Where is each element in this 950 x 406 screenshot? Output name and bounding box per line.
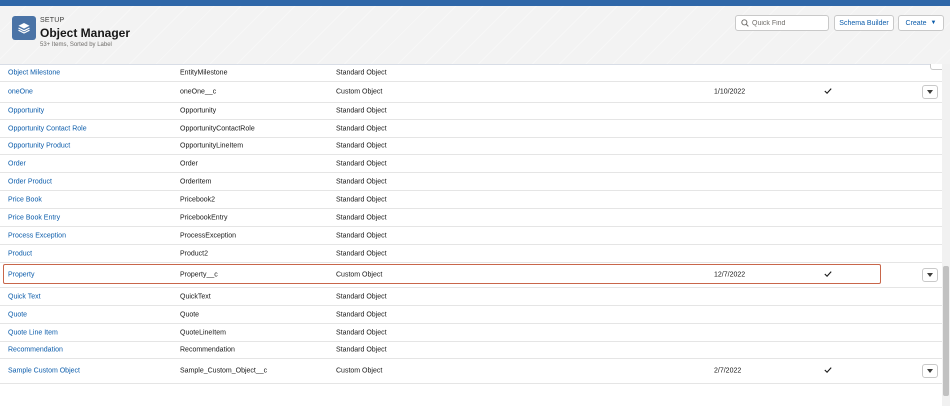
object-api-name: PricebookEntry xyxy=(180,214,228,221)
checkmark-icon xyxy=(824,88,832,97)
chevron-down-icon xyxy=(927,369,933,373)
chevron-down-icon xyxy=(927,90,933,94)
object-label-link[interactable]: Price Book Entry xyxy=(8,214,60,221)
object-label-link[interactable]: Recommendation xyxy=(8,347,63,354)
quick-find-box[interactable] xyxy=(735,15,829,31)
table-row: Quick Text QuickText Standard Object xyxy=(0,288,942,306)
create-label: Create xyxy=(905,19,927,27)
table-row: oneOne oneOne__c Custom Object 1/10/2022 xyxy=(0,82,942,103)
object-label-link[interactable]: Process Exception xyxy=(8,232,66,239)
object-type: Standard Object xyxy=(336,125,387,132)
object-type: Standard Object xyxy=(336,293,387,300)
row-actions-button[interactable] xyxy=(922,364,938,378)
object-api-name: QuickText xyxy=(180,293,211,300)
object-label-link[interactable]: Quote xyxy=(8,311,27,318)
object-label-link[interactable]: Quote Line Item xyxy=(8,329,58,336)
object-api-name: OrderItem xyxy=(180,178,212,185)
last-modified-date: 12/7/2022 xyxy=(714,271,746,279)
object-type: Standard Object xyxy=(336,142,387,150)
object-type: Custom Object xyxy=(336,88,383,96)
table-row: Price Book Entry PricebookEntry Standard O… xyxy=(0,209,942,227)
object-label-link[interactable]: Product xyxy=(8,250,32,257)
row-actions-button[interactable] xyxy=(922,85,938,99)
object-label-link[interactable]: Sample Custom Object xyxy=(8,368,80,375)
object-api-name: Order xyxy=(180,160,198,167)
create-button[interactable]: Create ▼ xyxy=(898,15,944,31)
object-api-name: ProcessException xyxy=(180,232,237,239)
chevron-down-icon: ▼ xyxy=(930,20,937,26)
object-label-link[interactable]: Property xyxy=(8,272,34,279)
quick-find-input[interactable] xyxy=(752,19,824,27)
object-label-link[interactable]: Order xyxy=(8,160,26,167)
setup-label: SETUP xyxy=(40,17,65,24)
object-api-name: Recommendation xyxy=(180,346,235,354)
object-label-link[interactable]: Order Product xyxy=(8,178,52,185)
table-row: Product Product2 Standard Object xyxy=(0,245,942,263)
object-type: Custom Object xyxy=(336,367,383,375)
object-type: Standard Object xyxy=(336,250,387,257)
search-icon xyxy=(741,19,749,27)
scrollbar-thumb[interactable] xyxy=(943,266,949,396)
objects-table: Object Milestone EntityMilestone Standard … xyxy=(0,64,942,406)
object-type: Standard Object xyxy=(336,160,387,167)
object-type: Custom Object xyxy=(336,271,383,279)
object-api-name: oneOne__c xyxy=(180,88,217,96)
schema-builder-button[interactable]: Schema Builder xyxy=(834,15,894,31)
items-count-subtitle: 53+ Items, Sorted by Label xyxy=(40,42,112,48)
object-label-link[interactable]: Quick Text xyxy=(8,293,41,300)
object-type: Standard Object xyxy=(336,69,387,76)
object-api-name: Sample_Custom_Object__c xyxy=(180,367,268,375)
last-modified-date: 1/10/2022 xyxy=(714,88,746,96)
last-modified-date: 2/7/2022 xyxy=(714,367,742,375)
table-row: Quote Quote Standard Object xyxy=(0,306,942,324)
table-row: Opportunity Contact Role OpportunityConta… xyxy=(0,120,942,138)
row-actions-button[interactable] xyxy=(922,268,938,282)
schema-builder-label: Schema Builder xyxy=(839,19,889,27)
object-label-link[interactable]: Price Book xyxy=(8,196,42,203)
table-row: Process Exception ProcessException Standar… xyxy=(0,227,942,245)
table-row: Opportunity Opportunity Standard Object xyxy=(0,103,942,120)
object-label-link[interactable]: Opportunity Contact Role xyxy=(8,125,87,132)
object-type: Standard Object xyxy=(336,346,387,354)
checkmark-icon xyxy=(824,367,832,376)
table-row: Recommendation Recommendation Standard Obj… xyxy=(0,342,942,359)
chevron-down-icon xyxy=(927,273,933,277)
page-title: Object Manager xyxy=(40,26,131,40)
object-api-name: Pricebook2 xyxy=(180,196,216,203)
table-row: Sample Custom Object Sample_Custom_Object… xyxy=(0,359,942,384)
object-type: Standard Object xyxy=(336,214,387,221)
object-api-name: OpportunityContactRole xyxy=(180,125,255,132)
object-type: Standard Object xyxy=(336,311,387,318)
page-header: SETUP Object Manager 53+ Items, Sorted b… xyxy=(0,6,950,65)
object-type: Standard Object xyxy=(336,232,387,239)
table-row: Quote Line Item QuoteLineItem Standard Obj… xyxy=(0,324,942,342)
object-api-name: Quote xyxy=(180,311,200,318)
object-type: Standard Object xyxy=(336,329,387,336)
table-row: Order Product OrderItem Standard Object xyxy=(0,173,942,191)
table-row: Order Order Standard Object xyxy=(0,155,942,173)
table-row: Property Property__c Custom Object 12/7/202… xyxy=(0,263,942,288)
object-api-name: OpportunityLineItem xyxy=(180,142,244,150)
object-label-link[interactable]: Opportunity xyxy=(8,108,44,115)
object-label-link[interactable]: Object Milestone xyxy=(8,69,60,76)
checkmark-icon xyxy=(824,271,832,280)
object-label-link[interactable]: Opportunity Product xyxy=(8,143,70,150)
object-api-name: QuoteLineItem xyxy=(180,329,226,336)
layers-icon xyxy=(12,16,36,40)
object-api-name: Product2 xyxy=(180,250,209,257)
object-type: Standard Object xyxy=(336,107,387,115)
object-label-link[interactable]: oneOne xyxy=(8,89,33,96)
object-api-name: Property__c xyxy=(180,271,218,279)
object-api-name: Opportunity xyxy=(180,107,217,115)
table-row: Price Book Pricebook2 Standard Object xyxy=(0,191,942,209)
vertical-scrollbar[interactable] xyxy=(942,64,950,406)
object-api-name: EntityMilestone xyxy=(180,69,228,76)
table-row: Opportunity Product OpportunityLineItem St… xyxy=(0,138,942,155)
object-type: Standard Object xyxy=(336,196,387,203)
table-row: Object Milestone EntityMilestone Standard … xyxy=(0,64,942,82)
object-type: Standard Object xyxy=(336,178,387,185)
